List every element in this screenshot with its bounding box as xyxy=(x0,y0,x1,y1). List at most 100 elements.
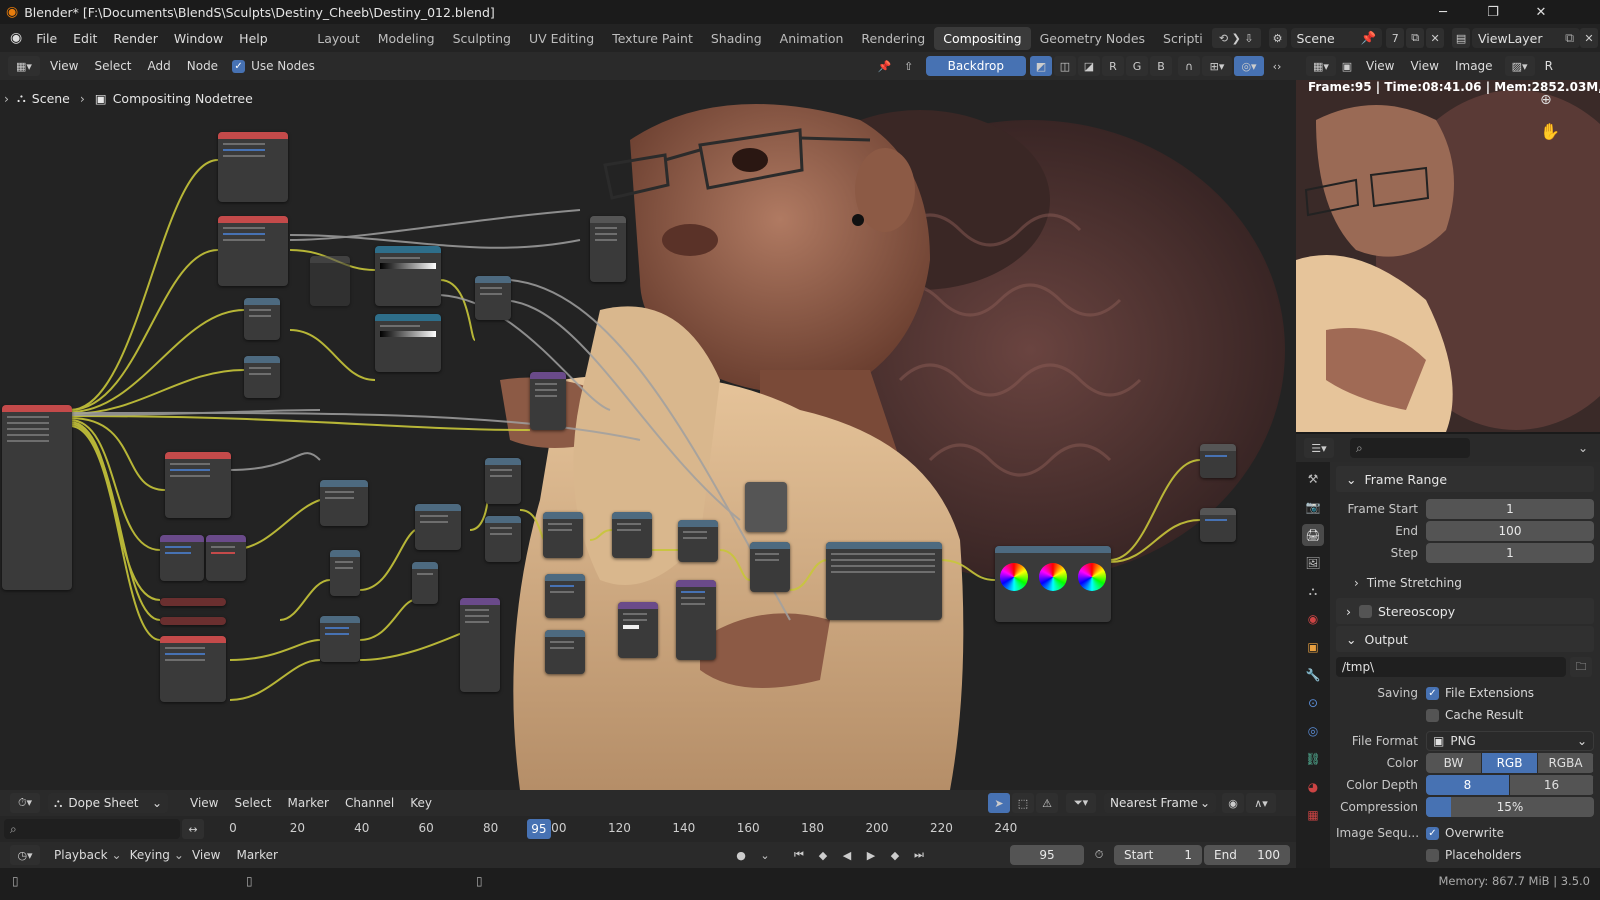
tab-geometry-nodes[interactable]: Geometry Nodes xyxy=(1031,27,1154,50)
channel-g-button[interactable]: G xyxy=(1126,56,1148,76)
tab-sculpting[interactable]: Sculpting xyxy=(444,27,520,50)
current-frame-field[interactable]: 95 xyxy=(1010,845,1084,865)
options-chevron-icon[interactable]: ⌄ xyxy=(1578,441,1588,455)
tab-compositing[interactable]: Compositing xyxy=(934,26,1031,50)
record-icon[interactable]: ● xyxy=(730,845,752,865)
timeline-menu-marker[interactable]: Marker xyxy=(228,848,285,862)
node-blur-3[interactable] xyxy=(676,580,716,660)
node-frame-group[interactable] xyxy=(310,256,350,306)
current-frame-marker[interactable]: 95 xyxy=(526,819,551,839)
node-mix-10[interactable] xyxy=(543,512,583,558)
cache-result-checkbox[interactable] xyxy=(1426,708,1439,722)
tool-tab-icon[interactable]: ⚒ xyxy=(1302,468,1324,490)
keying-set-icon[interactable]: ⌄ xyxy=(754,845,776,865)
properties-search-input[interactable]: ⌕ xyxy=(1350,438,1470,458)
delete-viewlayer-icon[interactable]: ✕ xyxy=(1580,28,1598,48)
node-reroute-1[interactable] xyxy=(160,598,226,606)
start-frame-field[interactable]: Start 1 xyxy=(1114,845,1202,865)
minimize-button[interactable]: ─ xyxy=(1420,0,1466,24)
modifier-tab-icon[interactable]: 🔧 xyxy=(1302,664,1324,686)
scene-type-icon[interactable]: ⚙ xyxy=(1268,28,1287,48)
falloff-icon[interactable]: ∧▾ xyxy=(1246,793,1276,813)
only-selected-icon[interactable]: ➤ xyxy=(988,793,1010,813)
snap-mode-dropdown[interactable]: Nearest Frame ⌄ xyxy=(1104,793,1216,813)
pin-icon[interactable]: 📌 xyxy=(1361,30,1377,46)
node-render-layers-2[interactable] xyxy=(218,216,288,286)
lift-wheel-icon[interactable] xyxy=(1000,563,1029,591)
node-reroute-2[interactable] xyxy=(160,617,226,625)
playback-menu[interactable]: Playback xyxy=(46,848,116,862)
node-menu-view[interactable]: View xyxy=(42,59,86,73)
image-editor-type-icon[interactable]: ▦▾ xyxy=(1306,56,1336,76)
scene-tab-icon[interactable]: ⛬ xyxy=(1302,580,1324,602)
node-image-preview[interactable] xyxy=(745,482,787,532)
backdrop-alpha-icon[interactable]: ◫ xyxy=(1054,56,1076,76)
node-color-balance[interactable] xyxy=(995,546,1111,622)
node-mix-4[interactable] xyxy=(320,480,368,526)
play-reverse-icon[interactable]: ◀ xyxy=(836,845,858,865)
node-composite[interactable] xyxy=(1200,508,1236,542)
backdrop-rgba-icon[interactable]: ◪ xyxy=(1078,56,1100,76)
placeholders-checkbox[interactable] xyxy=(1426,848,1439,862)
scene-selector[interactable]: Scene 📌 xyxy=(1290,28,1383,48)
breadcrumb-scene[interactable]: Scene xyxy=(32,91,70,106)
tab-animation[interactable]: Animation xyxy=(771,27,853,50)
end-frame-field[interactable]: End 100 xyxy=(1204,845,1290,865)
tab-scripting[interactable]: Scripti xyxy=(1154,27,1212,50)
depth-8-button[interactable]: 8 xyxy=(1426,775,1510,795)
output-panel[interactable]: ⌄ Output xyxy=(1336,626,1594,652)
viewlayer-selector[interactable]: ViewLayer ⧉ xyxy=(1471,28,1581,48)
node-mix-11[interactable] xyxy=(545,574,585,618)
stereoscopy-checkbox[interactable] xyxy=(1359,604,1372,618)
view-layer-tab-icon[interactable]: 🖼 xyxy=(1302,552,1324,574)
frame-step-field[interactable]: 1 xyxy=(1426,543,1594,563)
compression-slider[interactable]: 15% xyxy=(1426,797,1594,817)
use-nodes-checkbox[interactable]: ✓ xyxy=(232,59,246,73)
node-mix-15[interactable] xyxy=(678,520,718,562)
image-menu-image[interactable]: Image xyxy=(1447,59,1501,73)
backdrop-button[interactable]: Backdrop xyxy=(925,56,1026,76)
node-mix-5[interactable] xyxy=(330,550,360,596)
node-menu-select[interactable]: Select xyxy=(86,59,139,73)
dopesheet-menu-key[interactable]: Key xyxy=(402,796,440,810)
node-viewer-top[interactable] xyxy=(590,216,626,282)
tab-layout[interactable]: Layout xyxy=(308,27,369,50)
blender-menu-icon[interactable]: ◉ xyxy=(10,30,22,46)
delete-scene-icon[interactable]: ✕ xyxy=(1426,28,1445,48)
node-viewer[interactable] xyxy=(1200,444,1236,478)
node-blur-2[interactable] xyxy=(206,535,246,581)
tab-texture-paint[interactable]: Texture Paint xyxy=(603,27,702,50)
editor-type-icon[interactable]: ▦▾ xyxy=(8,56,40,76)
material-tab-icon[interactable]: ◕ xyxy=(1302,776,1324,798)
hand-icon[interactable]: ✋ xyxy=(1540,122,1560,141)
stereoscopy-panel[interactable]: › Stereoscopy xyxy=(1336,598,1594,624)
tab-uv-editing[interactable]: UV Editing xyxy=(520,27,603,50)
image-menu-view[interactable]: View xyxy=(1402,59,1446,73)
close-button[interactable]: ✕ xyxy=(1518,0,1564,24)
node-mix-7[interactable] xyxy=(412,562,438,604)
node-editor-canvas[interactable] xyxy=(0,80,1296,790)
node-mix-12[interactable] xyxy=(545,630,585,674)
node-color-correction[interactable] xyxy=(826,542,942,620)
output-tab-icon[interactable]: 🖨 xyxy=(1302,524,1324,546)
node-mix-9[interactable] xyxy=(485,516,521,562)
color-rgba-button[interactable]: RGBA xyxy=(1538,753,1594,773)
tab-rendering[interactable]: Rendering xyxy=(852,27,934,50)
jump-end-icon[interactable]: ⏭ xyxy=(908,845,930,865)
node-mix-13[interactable] xyxy=(612,512,652,558)
parent-node-tree-icon[interactable]: ⇧ xyxy=(898,56,920,76)
frame-end-field[interactable]: 100 xyxy=(1426,521,1594,541)
object-tab-icon[interactable]: ▣ xyxy=(1302,636,1324,658)
menu-file[interactable]: File xyxy=(28,31,65,46)
node-invert-1[interactable] xyxy=(320,616,360,662)
menu-help[interactable]: Help xyxy=(231,31,276,46)
jump-start-icon[interactable]: ⏮ xyxy=(788,845,810,865)
image-mode-icon[interactable]: ▣ xyxy=(1338,56,1356,76)
time-stretching-subpanel[interactable]: › Time Stretching xyxy=(1336,572,1594,594)
node-mix-8[interactable] xyxy=(485,458,521,504)
pin-icon[interactable]: 📌 xyxy=(874,56,896,76)
depth-16-button[interactable]: 16 xyxy=(1510,775,1594,795)
channel-r-button[interactable]: R xyxy=(1102,56,1124,76)
node-render-layers-1[interactable] xyxy=(218,132,288,202)
node-color-ramp-1[interactable] xyxy=(375,246,441,306)
